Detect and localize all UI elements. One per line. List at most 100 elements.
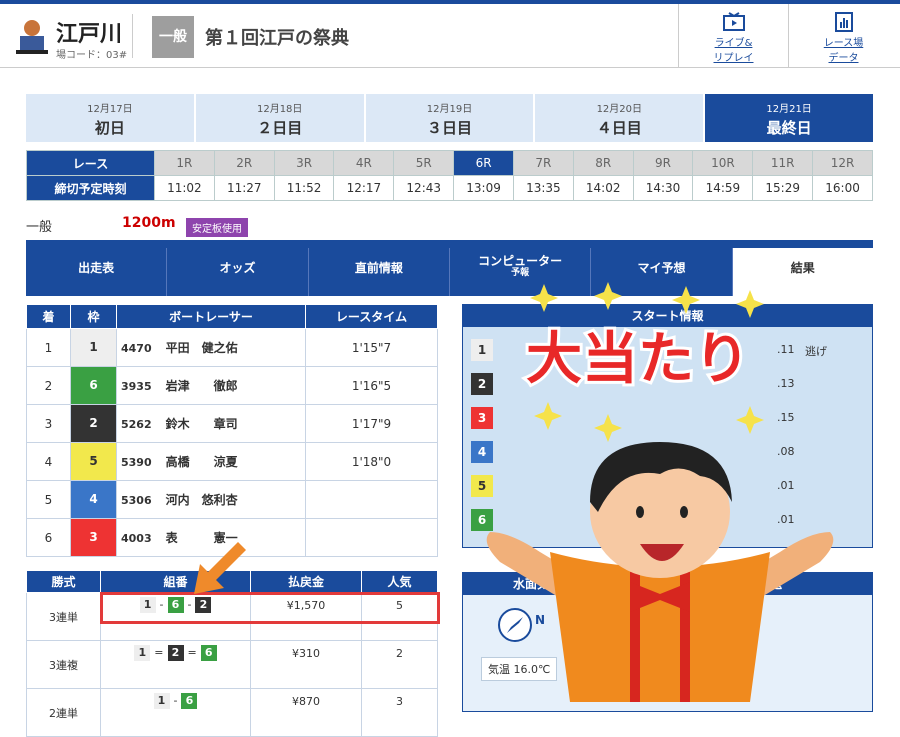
result-row: 3 2 5262 鈴木 章司 1'17"9	[26, 404, 438, 443]
combo-number: 2	[167, 645, 184, 661]
waku-cell: 6	[70, 366, 117, 405]
racer-name[interactable]: 岩津 徹郎	[166, 379, 238, 393]
header-popularity: 人気	[361, 570, 438, 593]
race-tab-2r[interactable]: 2R	[213, 150, 275, 176]
svg-text:大当たり: 大当たり	[526, 327, 750, 392]
race-tab-10r[interactable]: 10R	[692, 150, 754, 176]
chart-icon	[834, 12, 853, 32]
deadline-time: 14:30	[632, 175, 694, 201]
race-tab-6r[interactable]: 6R	[453, 150, 514, 176]
jackpot-illustration: 大当たり	[486, 282, 834, 702]
race-tab-8r[interactable]: 8R	[572, 150, 634, 176]
day-tab[interactable]: 12月18日 ２日目	[195, 94, 364, 142]
waku-cell: 4	[70, 480, 117, 519]
race-title: 第１回江戸の祭典	[205, 28, 349, 49]
rank-cell: 3	[26, 404, 71, 443]
live-replay-label: ライブ& リプレイ	[713, 38, 754, 64]
deadline-time: 12:17	[333, 175, 395, 201]
header-amount: 払戻金	[250, 570, 362, 593]
header-rank: 着	[26, 304, 71, 329]
waku-number: 5	[71, 443, 116, 480]
race-row-label: レース	[26, 150, 155, 176]
race-time: 1'16"5	[305, 366, 438, 405]
race-tab-7r[interactable]: 7R	[512, 150, 574, 176]
result-row: 1 1 4470 平田 健之佑 1'15"7	[26, 328, 438, 367]
day-tab[interactable]: 12月17日 初日	[26, 94, 194, 142]
header-waku: 枠	[70, 304, 117, 329]
racer-reg-no: 4470	[121, 342, 152, 355]
race-number-row: レース 1R 2R 3R 4R 5R 6R 7R 8R 9R 10R 11R 12R	[26, 150, 873, 176]
race-grade: 一般	[26, 220, 53, 235]
race-time	[305, 518, 438, 557]
race-tab-3r[interactable]: 3R	[273, 150, 335, 176]
race-tab-12r[interactable]: 12R	[812, 150, 873, 176]
racer-cell: 5390 高橋 涼夏	[116, 442, 306, 481]
race-tab-5r[interactable]: 5R	[393, 150, 455, 176]
day-date: 12月18日	[256, 104, 303, 115]
venue-name: 江戸川	[56, 22, 123, 47]
racer-name[interactable]: 高橋 涼夏	[166, 455, 238, 469]
combo-cell: 1-6	[100, 688, 251, 737]
waku-cell: 2	[70, 404, 117, 443]
day-tab[interactable]: 12月21日 最終日	[705, 94, 873, 142]
day-name: ４日目	[596, 119, 642, 137]
day-tab[interactable]: 12月19日 ３日目	[365, 94, 534, 142]
race-tab-9r[interactable]: 9R	[632, 150, 694, 176]
menu-label: マイ予想	[637, 261, 686, 275]
racer-reg-no: 4003	[121, 532, 152, 545]
venue-data-button[interactable]: レース場 データ	[788, 4, 898, 68]
race-time: 1'15"7	[305, 328, 438, 367]
day-tab[interactable]: 12月20日 ４日目	[535, 94, 704, 142]
deadline-time: 13:09	[453, 175, 514, 201]
deadline-time: 12:43	[393, 175, 455, 201]
racer-reg-no: 5262	[121, 418, 152, 431]
day-name: 最終日	[766, 119, 812, 137]
results-table: 着 枠 ボートレーサー レースタイム 1 1 4470 平田 健之佑 1'15"7 2 6 3…	[26, 304, 438, 557]
combo-number: 1	[153, 693, 170, 709]
combo-separator: -	[173, 694, 178, 707]
waku-cell: 5	[70, 442, 117, 481]
header-time: レースタイム	[305, 304, 438, 329]
payout-row: 3連複 1 = 2 = 6 ¥310 2	[26, 640, 438, 689]
race-tab-11r[interactable]: 11R	[752, 150, 814, 176]
racer-name[interactable]: 平田 健之佑	[166, 341, 238, 355]
menu-tab[interactable]: オッズ	[167, 248, 309, 296]
popularity: 2	[361, 640, 438, 689]
rank-cell: 6	[26, 518, 71, 557]
waku-number: 4	[71, 481, 116, 518]
live-replay-button[interactable]: ライブ& リプレイ	[678, 4, 788, 68]
divider	[132, 14, 133, 58]
combo-cell: 1 = 2 = 6	[100, 640, 251, 689]
deadline-time: 14:02	[572, 175, 634, 201]
deadline-time: 14:59	[692, 175, 754, 201]
highlight-box	[100, 592, 440, 624]
racer-name[interactable]: 鈴木 章司	[166, 417, 238, 431]
day-date: 12月20日	[596, 104, 643, 115]
race-tab-4r[interactable]: 4R	[333, 150, 395, 176]
racer-cell: 5262 鈴木 章司	[116, 404, 306, 443]
combo-separator: =	[187, 646, 197, 659]
menu-tab[interactable]: 出走表	[26, 248, 168, 296]
racer-name[interactable]: 河内 悠利杏	[166, 493, 238, 507]
race-schedule-table: レース 1R 2R 3R 4R 5R 6R 7R 8R 9R 10R 11R 12R 締切予定時刻 11:…	[26, 150, 873, 201]
deadline-time: 15:29	[752, 175, 814, 201]
rank-cell: 5	[26, 480, 71, 519]
deadline-time: 11:27	[213, 175, 275, 201]
race-tab-1r[interactable]: 1R	[154, 150, 215, 176]
menu-label: 直前情報	[354, 261, 403, 275]
menu-sublabel: 予報	[511, 268, 530, 278]
tv-icon	[722, 12, 745, 31]
race-time	[305, 480, 438, 519]
day-name: ２日目	[257, 119, 303, 137]
waku-cell: 1	[70, 328, 117, 367]
deadline-time: 11:02	[154, 175, 215, 201]
menu-tab[interactable]: 直前情報	[309, 248, 450, 296]
venue-data-label: レース場 データ	[823, 38, 864, 64]
stabilizer-badge: 安定板使用	[186, 218, 248, 237]
rank-cell: 2	[26, 366, 71, 405]
day-name: 初日	[94, 119, 125, 137]
deadline-time: 16:00	[812, 175, 873, 201]
race-distance: 1200m	[122, 215, 176, 231]
bet-type: 2連単	[26, 688, 101, 737]
bet-type: 3連複	[26, 640, 101, 689]
